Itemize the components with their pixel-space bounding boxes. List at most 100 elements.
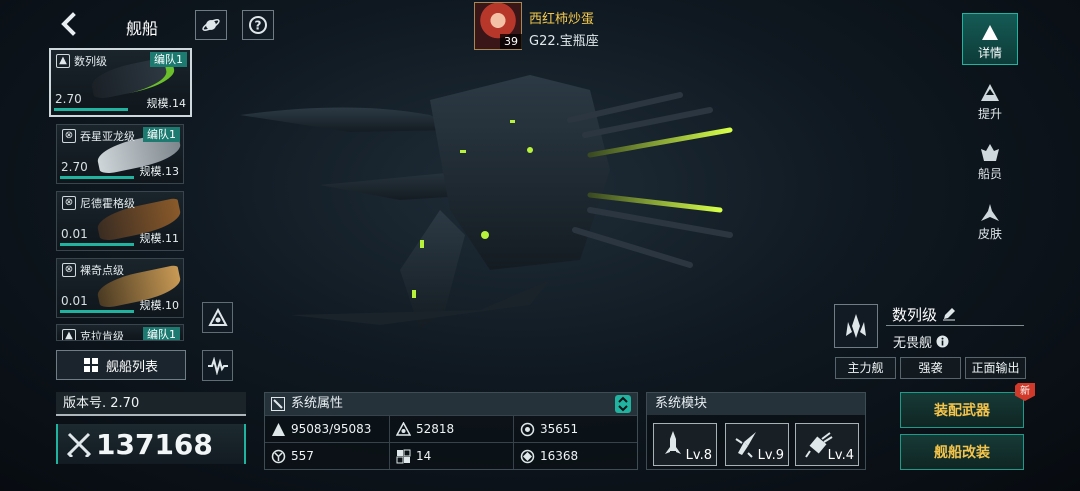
equip-weapons-button[interactable]: 装配武器 [900, 392, 1024, 428]
planet-button[interactable] [195, 10, 227, 40]
fleet-badge: 编队1 [150, 52, 187, 67]
back-button[interactable] [56, 10, 82, 38]
ship-name: 数列级 [74, 55, 107, 68]
nav-details[interactable]: 详情 [962, 13, 1018, 65]
ship-card-5[interactable]: ▲ 克拉肯级 编队1 [56, 324, 184, 341]
waveform-icon [207, 356, 228, 375]
ship-progress-bar [60, 310, 134, 313]
system-attributes-title: 系统属性 [291, 396, 344, 411]
shield-icon [520, 422, 535, 436]
ship-progress-bar [60, 176, 134, 179]
ship-card-4[interactable]: ⊗ 裸奇点级 0.01 规模.10 [56, 258, 184, 318]
hull-icon [272, 422, 285, 436]
ship-class-icon: ▲ [56, 54, 70, 68]
armor-icon [396, 421, 411, 436]
tag-frontal-damage: 正面输出 [965, 357, 1026, 379]
ship-scale: 规模.13 [139, 165, 180, 178]
fleet-formation-button[interactable] [202, 302, 233, 333]
ship-model [240, 75, 753, 330]
attr-value: 14 [416, 449, 432, 463]
modify-ship-button[interactable]: 舰船改装 [900, 434, 1024, 470]
ship-version: 2.70 [61, 160, 88, 174]
attr-value: 557 [291, 449, 314, 463]
attr-value: 16368 [540, 449, 579, 463]
nav-crew[interactable]: 船员 [962, 133, 1018, 185]
nav-label: 提升 [977, 107, 1002, 121]
ship-name: 吞星亚龙级 [80, 130, 135, 143]
details-icon [982, 25, 998, 40]
player-name: 西红柿炒蛋 [529, 12, 595, 27]
ship-version: 0.01 [61, 227, 88, 241]
nav-label: 皮肤 [977, 227, 1002, 241]
module-level: Lv.4 [827, 448, 854, 463]
ship-class-icon: ⊗ [62, 263, 76, 277]
nav-upgrade[interactable]: 提升 [962, 73, 1018, 125]
ship-class-icon: ▲ [62, 329, 76, 340]
attr-grid: 14 [390, 442, 514, 469]
crew-icon [981, 144, 999, 161]
missile-icon [665, 431, 681, 454]
attr-shield: 35651 [514, 415, 637, 442]
ship-version: 2.70 [55, 92, 82, 106]
ship-type: 无畏舰 [893, 332, 949, 351]
dreadnought-icon [846, 314, 866, 338]
help-button[interactable]: ? [242, 10, 274, 40]
chevron-left-icon [61, 12, 76, 36]
attr-value: 95083/95083 [291, 422, 372, 436]
nav-label: 船员 [977, 167, 1002, 181]
module-slot-1[interactable]: Lv.8 [653, 423, 717, 466]
ship-class-name[interactable]: 数列级 [892, 304, 956, 325]
ship-class-name-text: 数列级 [892, 306, 938, 324]
module-level: Lv.9 [757, 448, 784, 463]
grid-icon [396, 449, 411, 463]
class-name-divider [886, 325, 1024, 326]
attr-value: 35651 [540, 422, 579, 436]
module-level: Lv.8 [685, 448, 712, 463]
ship-name: 尼德霍格级 [80, 197, 135, 210]
ship-class-icon: ⊗ [62, 196, 76, 210]
expand-toggle-icon[interactable] [615, 395, 631, 413]
info-icon[interactable] [936, 335, 949, 348]
attr-speed: 557 [265, 442, 390, 469]
attr-value: 52818 [416, 422, 455, 436]
waveform-button[interactable] [202, 350, 233, 381]
module-slot-3[interactable]: Lv.4 [795, 423, 859, 466]
system-attributes-header: 系统属性 [265, 393, 637, 415]
edit-pencil-icon[interactable] [942, 307, 956, 321]
attr-armor: 52818 [390, 415, 514, 442]
crossed-swords-icon [66, 432, 92, 457]
ship-class-icon: ⊗ [62, 129, 76, 143]
fleet-badge: 编队1 [143, 327, 180, 340]
attributes-icon [271, 397, 285, 411]
target-icon [520, 449, 535, 463]
ship-card-2[interactable]: ⊗ 吞星亚龙级 编队1 2.70 规模.13 [56, 124, 184, 184]
svg-text:?: ? [255, 19, 262, 33]
ship-progress-bar [54, 108, 128, 111]
skin-icon [981, 204, 999, 221]
upgrade-icon [981, 84, 999, 101]
triangle-emblem-icon [207, 307, 228, 326]
nav-skin[interactable]: 皮肤 [962, 193, 1018, 245]
module-slot-2[interactable]: Lv.9 [725, 423, 789, 466]
system-modules-panel: 系统模块 Lv.8 Lv.9 Lv.4 [646, 392, 866, 470]
ship-version: 0.01 [61, 294, 88, 308]
ship-card-3[interactable]: ⊗ 尼德霍格级 0.01 规模.11 [56, 191, 184, 251]
page-title: 舰船 [126, 19, 159, 38]
player-server: G22.宝瓶座 [529, 34, 599, 49]
tag-assault: 强袭 [900, 357, 961, 379]
player-level: 39 [500, 34, 522, 49]
rocket-icon [735, 432, 756, 458]
attr-hull: 95083/95083 [265, 415, 390, 442]
ship-list-button[interactable]: 舰船列表 [56, 350, 186, 380]
ship-list-label: 舰船列表 [105, 359, 158, 375]
ship-type-text: 无畏舰 [893, 336, 933, 351]
ship-scale: 规模.10 [139, 299, 180, 312]
grid-icon [83, 358, 98, 372]
nav-label: 详情 [977, 46, 1002, 60]
system-attributes-panel: 系统属性 95083/95083 52818 35651 557 14 1636… [264, 392, 638, 470]
ship-name: 克拉肯级 [80, 330, 124, 341]
ship-progress-bar [60, 243, 134, 246]
ship-card-1[interactable]: ▲ 数列级 编队1 2.70 规模.14 [49, 48, 192, 117]
ship-class-emblem [834, 304, 878, 348]
ship-name: 裸奇点级 [80, 264, 124, 277]
